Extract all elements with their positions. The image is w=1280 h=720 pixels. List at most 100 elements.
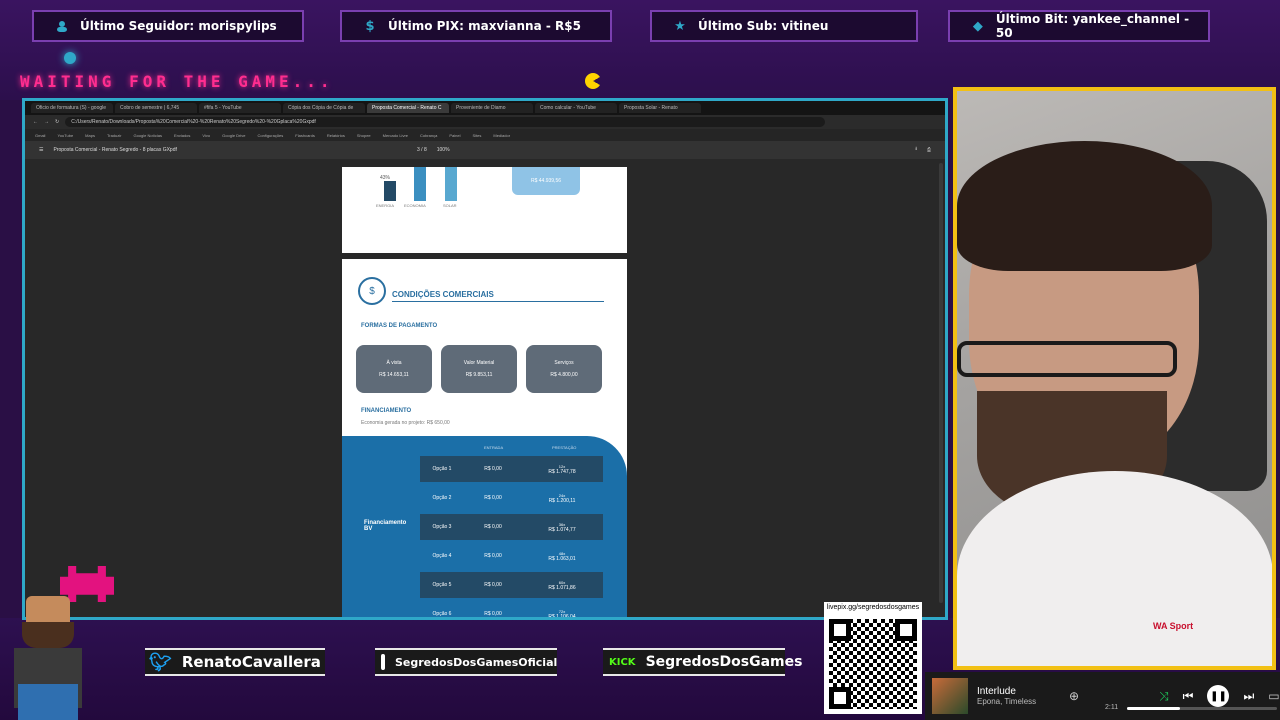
bookmarks-bar: Gmail YouTube Maps Traduzir Google Notícias E… <box>25 129 945 141</box>
bookmark-item[interactable]: Relatórios <box>327 133 345 138</box>
url-input[interactable]: C:/Users/Renato/Downloads/Proposta%20Com… <box>65 117 826 127</box>
shuffle-icon[interactable]: ⤨ <box>1159 689 1169 704</box>
bookmark-item[interactable]: Traduzir <box>107 133 122 138</box>
payment-option: Valor Material R$ 9.853,11 <box>441 345 517 393</box>
pdf-page: 43% ENERGIA ECONOMIA SOLAR R$ 44.939,56 <box>342 167 627 253</box>
table-cell: R$ 0,00 <box>484 495 502 501</box>
pdf-menu-icon[interactable]: ☰ <box>39 147 43 153</box>
captured-screen: Oficio de formatura (S) - google Cobro de… <box>22 98 948 620</box>
chart-bar <box>414 167 426 201</box>
financing-table: Opção 1 R$ 0,00 12x R$ 1.747,78 Opção 2 R$ 0,… <box>420 456 603 619</box>
pdf-page: $ CONDIÇÕES COMERCIAIS FORMAS DE PAGAMEN… <box>342 259 627 619</box>
bookmark-item[interactable]: Vivo <box>202 133 210 138</box>
pdf-toolbar: ☰ Proposta Comercial - Renato Segredo - … <box>25 141 945 159</box>
bookmark-item[interactable]: Configurações <box>257 133 283 138</box>
browser-tab[interactable]: Proposta Solar - Renato <box>619 103 701 113</box>
bookmark-item[interactable]: Enviados <box>174 133 190 138</box>
bookmark-item[interactable]: Maps <box>85 133 95 138</box>
table-cell: R$ 0,00 <box>484 611 502 617</box>
qr-caption: livepix.gg/segredosdosgames <box>824 602 922 614</box>
blue-dot-icon <box>64 52 76 64</box>
progress-bar[interactable] <box>1127 707 1277 710</box>
next-icon[interactable]: ⏭ <box>1243 689 1254 704</box>
bookmark-item[interactable]: Google Notícias <box>133 133 161 138</box>
table-cell: R$ 1.074,77 <box>548 526 576 533</box>
pixel-character-icon <box>4 596 90 720</box>
social-twitter[interactable]: 🐦︎ RenatoCavallera <box>145 648 325 676</box>
payment-options: À vista R$ 14.653,11 Valor Material R$ 9.8… <box>356 345 602 393</box>
bookmark-item[interactable]: Sites <box>472 133 481 138</box>
browser-tab[interactable]: Cobro de semestre | 6,745 <box>115 103 197 113</box>
browser-tab-bar: Oficio de formatura (S) - google Cobro de… <box>25 101 945 115</box>
diamond-icon: ◆ <box>972 18 983 34</box>
scrollbar[interactable] <box>939 163 943 603</box>
shirt-logo: WA Sport <box>1153 621 1194 631</box>
bookmark-item[interactable]: Painel <box>449 133 460 138</box>
pdf-viewer[interactable]: 43% ENERGIA ECONOMIA SOLAR R$ 44.939,56 … <box>25 159 945 617</box>
social-instagram[interactable]: SegredosDosGamesOficial <box>375 648 557 676</box>
table-cell: Opção 6 <box>432 611 452 617</box>
alert-last-bit: ◆ Último Bit: yankee_channel - 50 <box>948 10 1210 42</box>
twitter-icon: 🐦︎ <box>149 651 172 673</box>
forward-icon[interactable]: → <box>44 119 49 125</box>
reload-icon[interactable]: ↻ <box>55 119 59 125</box>
queue-icon[interactable]: ▭ <box>1268 689 1279 703</box>
bookmark-item[interactable]: Mercado Livre <box>383 133 408 138</box>
browser-url-bar: ← → ↻ C:/Users/Renato/Downloads/Proposta… <box>25 115 945 129</box>
playback-time: 2:11 <box>1105 704 1119 711</box>
browser-tab[interactable]: Cópia dos Cópia de Cópia de <box>283 103 365 113</box>
chart-bar <box>384 181 396 201</box>
browser-tab[interactable]: Proveniente de Diamo <box>451 103 533 113</box>
zoom-level[interactable]: 100% <box>437 147 450 153</box>
star-icon: ★ <box>674 18 686 34</box>
person-icon <box>54 18 70 34</box>
browser-tab[interactable]: #fifa 5 - YouTube <box>199 103 281 113</box>
installment-cell: 48x R$ 1.063,01 <box>522 551 602 562</box>
bookmark-item[interactable]: Cobrança <box>420 133 437 138</box>
table-cell: R$ 1.106,04 <box>548 613 576 619</box>
browser-tab[interactable]: Proposta Comercial - Renato C <box>367 103 449 113</box>
financing-row: Opção 3 R$ 0,00 36x R$ 1.074,77 <box>420 514 603 540</box>
financing-row: Opção 2 R$ 0,00 24x R$ 1.200,11 <box>420 485 603 511</box>
bar-label: SOLAR <box>443 203 457 208</box>
bookmark-item[interactable]: Google Drive <box>222 133 245 138</box>
section-divider <box>392 301 604 302</box>
hair <box>957 141 1212 271</box>
bookmark-item[interactable]: YouTube <box>57 133 73 138</box>
shirt <box>957 471 1272 666</box>
table-cell: R$ 1.071,86 <box>548 584 576 591</box>
print-icon[interactable]: ⎙ <box>927 147 931 153</box>
waiting-banner: WAITING FOR THE GAME... <box>20 72 334 91</box>
table-cell: Opção 2 <box>432 495 452 501</box>
table-cell: Opção 5 <box>432 582 452 588</box>
back-icon[interactable]: ← <box>33 119 38 125</box>
alert-last-sub: ★ Último Sub: vitineu <box>650 10 918 42</box>
previous-icon[interactable]: ⏮ <box>1183 689 1194 704</box>
progress-fill <box>1127 707 1180 710</box>
installment-cell: 72x R$ 1.106,04 <box>522 609 602 619</box>
table-cell: Opção 3 <box>432 524 452 530</box>
payment-option: Serviços R$ 4.800,00 <box>526 345 602 393</box>
pacman-icon <box>585 73 601 89</box>
money-icon: $ <box>358 277 386 305</box>
qr-code-icon <box>824 614 922 714</box>
table-cell: R$ 0,00 <box>484 466 502 472</box>
browser-tab[interactable]: Oficio de formatura (S) - google <box>31 103 113 113</box>
bookmark-item[interactable]: Shopee <box>357 133 371 138</box>
bookmark-item[interactable]: Gmail <box>35 133 45 138</box>
installment-cell: 12x R$ 1.747,78 <box>522 464 602 475</box>
social-kick[interactable]: KICK SegredosDosGames <box>603 648 802 676</box>
bookmark-item[interactable]: Flashcards <box>295 133 315 138</box>
chart-bar <box>445 167 457 201</box>
financing-heading: FINANCIAMENTO <box>361 408 412 414</box>
add-icon[interactable]: ⊕ <box>1069 689 1079 703</box>
table-cell: Opção 1 <box>432 466 452 472</box>
music-player: Interlude Epona, Timeless ⊕ ⤨ ⏮ ❚❚ ⏭ ▭ 2… <box>925 672 1280 720</box>
table-cell: R$ 0,00 <box>484 524 502 530</box>
page-indicator[interactable]: 3 / 8 <box>417 147 427 153</box>
kick-icon: KICK <box>609 656 636 668</box>
pause-button[interactable]: ❚❚ <box>1207 685 1230 707</box>
download-icon[interactable]: ⭳ <box>915 146 917 154</box>
browser-tab[interactable]: Como calcular - YouTube <box>535 103 617 113</box>
bookmark-item[interactable]: Mediador <box>493 133 510 138</box>
